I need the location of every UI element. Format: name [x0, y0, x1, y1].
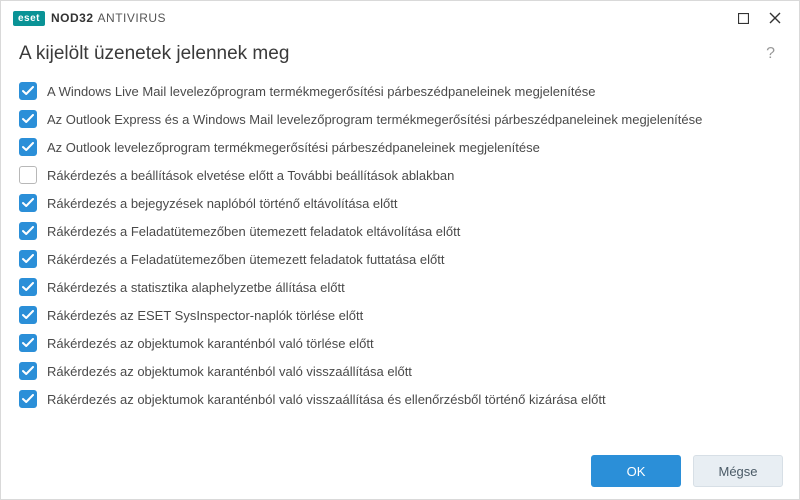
option-label: Rákérdezés a bejegyzések naplóból történ… [47, 196, 398, 211]
checkmark-icon [22, 394, 34, 404]
option-checkbox[interactable] [19, 166, 37, 184]
checkmark-icon [22, 198, 34, 208]
checkmark-icon [22, 114, 34, 124]
footer: OK Mégse [1, 443, 799, 499]
option-row: Rákérdezés a statisztika alaphelyzetbe á… [17, 273, 785, 301]
maximize-button[interactable] [727, 4, 759, 32]
option-row: A Windows Live Mail levelezőprogram term… [17, 77, 785, 105]
option-label: Rákérdezés az objektumok karanténból val… [47, 336, 374, 351]
option-checkbox[interactable] [19, 110, 37, 128]
checkmark-icon [22, 86, 34, 96]
titlebar: eset NOD32 ANTIVIRUS [1, 1, 799, 35]
close-button[interactable] [759, 4, 791, 32]
brand-bold: NOD32 [51, 11, 94, 25]
checkmark-icon [22, 338, 34, 348]
checkmark-icon [22, 366, 34, 376]
close-icon [769, 12, 781, 24]
checkmark-icon [22, 310, 34, 320]
option-label: Rákérdezés a Feladatütemezőben ütemezett… [47, 252, 444, 267]
page-title: A kijelölt üzenetek jelennek meg [19, 43, 762, 65]
option-label: Rákérdezés a Feladatütemezőben ütemezett… [47, 224, 460, 239]
checkmark-icon [22, 254, 34, 264]
option-label: Rákérdezés az ESET SysInspector-naplók t… [47, 308, 363, 323]
option-row: Rákérdezés a bejegyzések naplóból történ… [17, 189, 785, 217]
option-checkbox[interactable] [19, 82, 37, 100]
maximize-icon [738, 13, 749, 24]
ok-label: OK [627, 464, 646, 479]
help-icon: ? [766, 45, 775, 62]
option-checkbox[interactable] [19, 334, 37, 352]
option-label: Rákérdezés a beállítások elvetése előtt … [47, 168, 454, 183]
option-row: Rákérdezés az objektumok karanténból val… [17, 329, 785, 357]
option-checkbox[interactable] [19, 250, 37, 268]
option-label: A Windows Live Mail levelezőprogram term… [47, 84, 595, 99]
ok-button[interactable]: OK [591, 455, 681, 487]
option-checkbox[interactable] [19, 362, 37, 380]
option-label: Az Outlook levelezőprogram termékmegerős… [47, 140, 540, 155]
cancel-button[interactable]: Mégse [693, 455, 783, 487]
option-checkbox[interactable] [19, 138, 37, 156]
checkmark-icon [22, 282, 34, 292]
option-checkbox[interactable] [19, 222, 37, 240]
dialog-window: eset NOD32 ANTIVIRUS A kijelölt üzenetek … [0, 0, 800, 500]
option-row: Rákérdezés a Feladatütemezőben ütemezett… [17, 245, 785, 273]
option-row: Rákérdezés a Feladatütemezőben ütemezett… [17, 217, 785, 245]
option-checkbox[interactable] [19, 194, 37, 212]
heading-row: A kijelölt üzenetek jelennek meg ? [1, 35, 799, 77]
brand-rest: ANTIVIRUS [98, 11, 167, 25]
option-row: Rákérdezés a beállítások elvetése előtt … [17, 161, 785, 189]
brand: eset NOD32 ANTIVIRUS [13, 11, 166, 26]
option-row: Rákérdezés az objektumok karanténból val… [17, 357, 785, 385]
checkmark-icon [22, 142, 34, 152]
option-checkbox[interactable] [19, 278, 37, 296]
option-checkbox[interactable] [19, 306, 37, 324]
option-row: Az Outlook levelezőprogram termékmegerős… [17, 133, 785, 161]
option-label: Rákérdezés az objektumok karanténból val… [47, 364, 412, 379]
options-scrollarea[interactable]: A Windows Live Mail levelezőprogram term… [17, 77, 789, 443]
brand-text: NOD32 ANTIVIRUS [51, 11, 166, 25]
option-row: Rákérdezés az objektumok karanténból val… [17, 385, 785, 413]
checkmark-icon [22, 226, 34, 236]
brand-badge: eset [13, 11, 45, 26]
help-button[interactable]: ? [762, 41, 779, 67]
option-label: Rákérdezés az objektumok karanténból val… [47, 392, 606, 407]
option-label: Az Outlook Express és a Windows Mail lev… [47, 112, 702, 127]
option-row: Az Outlook Express és a Windows Mail lev… [17, 105, 785, 133]
cancel-label: Mégse [718, 464, 757, 479]
option-checkbox[interactable] [19, 390, 37, 408]
options-panel: A Windows Live Mail levelezőprogram term… [17, 77, 789, 443]
option-label: Rákérdezés a statisztika alaphelyzetbe á… [47, 280, 345, 295]
option-row: Rákérdezés az ESET SysInspector-naplók t… [17, 301, 785, 329]
